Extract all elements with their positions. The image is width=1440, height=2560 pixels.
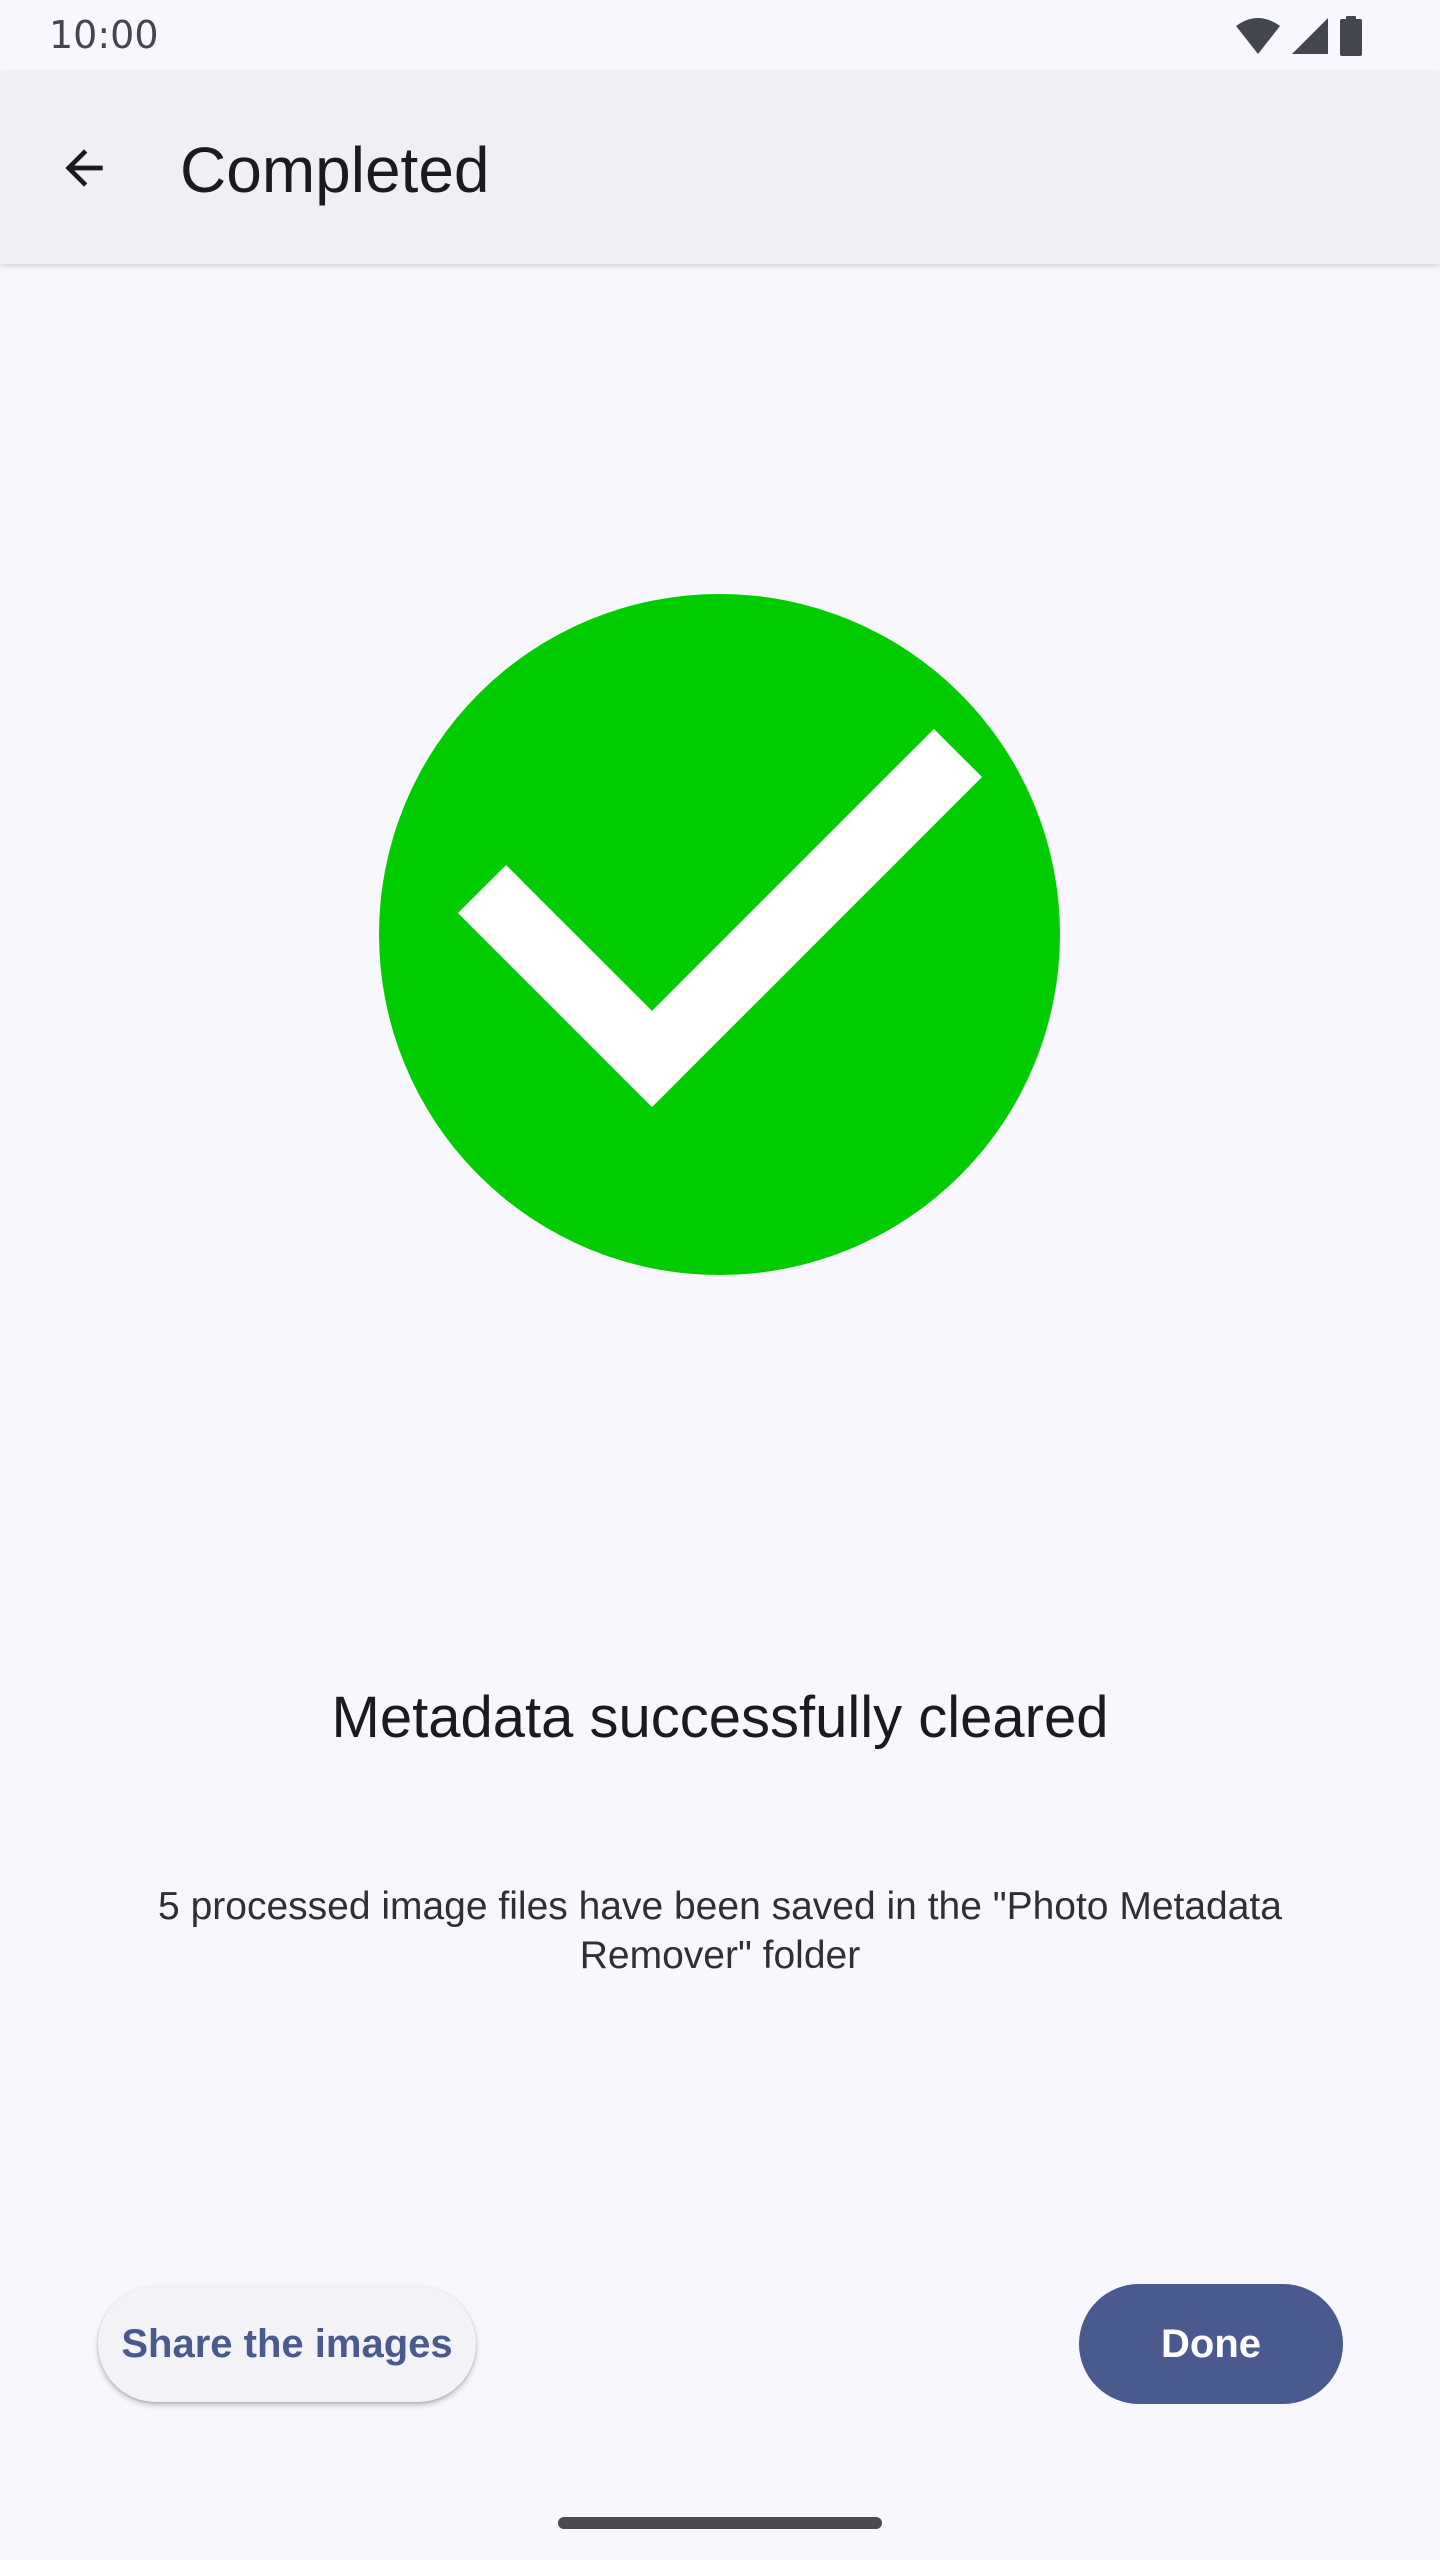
status-time: 10:00 — [49, 13, 159, 57]
arrow-back-icon — [65, 149, 103, 187]
wifi-icon — [1236, 18, 1280, 54]
back-button[interactable] — [44, 128, 124, 208]
page-title: Completed — [180, 134, 490, 206]
done-label: Done — [1161, 2321, 1261, 2366]
share-images-label: Share the images — [121, 2321, 453, 2366]
gesture-nav-handle[interactable] — [558, 2517, 882, 2529]
success-headline: Metadata successfully cleared — [331, 1685, 1109, 1750]
success-description: 5 processed image files have been saved … — [158, 1885, 1282, 1977]
share-images-button[interactable]: Share the images — [98, 2286, 476, 2402]
battery-icon — [1340, 16, 1362, 56]
status-bar: 10:00 — [0, 0, 1440, 72]
check-circle-icon — [379, 594, 1060, 1275]
top-app-bar: Completed — [0, 72, 1440, 264]
done-button[interactable]: Done — [1079, 2284, 1343, 2404]
cell-signal-icon — [1292, 18, 1328, 54]
status-icons — [1234, 16, 1364, 56]
